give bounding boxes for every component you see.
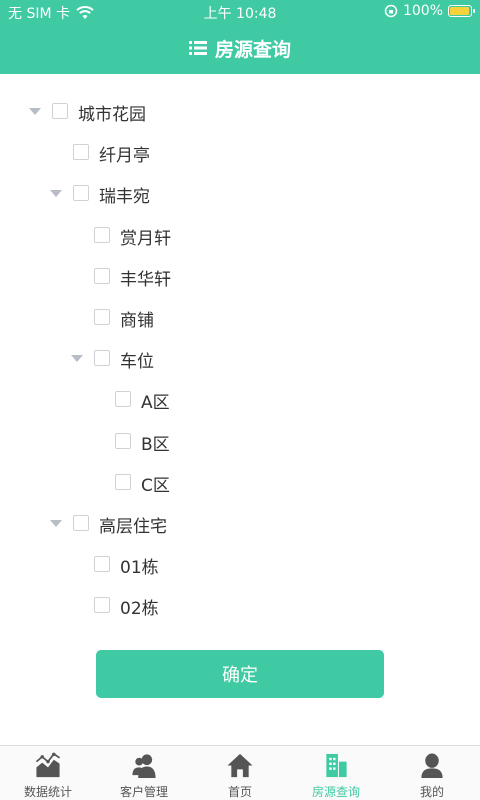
tree-node-label: 商铺: [120, 311, 154, 331]
tree-node-label: 赏月轩: [120, 228, 171, 249]
tab-label: 客户管理: [119, 785, 168, 799]
tree-node-label: 丰华轩: [120, 269, 171, 290]
tree-node[interactable]: 丰华轩: [0, 261, 480, 291]
tree-node-label: C区: [141, 475, 170, 496]
tree-node[interactable]: 01栋: [0, 549, 480, 579]
tree-checkbox[interactable]: [52, 103, 68, 119]
tree-node[interactable]: B区: [0, 426, 480, 456]
tab-label: 首页: [227, 785, 252, 799]
profile-icon: [421, 753, 443, 779]
tree-node-label: A区: [141, 393, 170, 414]
page-title: 房源查询: [214, 38, 291, 61]
tree-node[interactable]: 商铺: [0, 302, 480, 332]
tree-node[interactable]: 城市花园: [0, 96, 480, 126]
tree-checkbox[interactable]: [94, 556, 110, 573]
list-icon: [188, 41, 207, 55]
tree-node[interactable]: 瑞丰宛: [0, 178, 480, 208]
tree-checkbox[interactable]: [94, 226, 110, 243]
expand-arrow-icon[interactable]: [50, 520, 62, 527]
tab-property-search[interactable]: 房源查询: [288, 746, 384, 800]
tree-checkbox[interactable]: [73, 185, 89, 202]
tree-node-label: 02栋: [120, 599, 159, 620]
bottom-tab-bar: 数据统计 客户管理 首页 房源查询 我的: [0, 745, 480, 800]
status-right: 100%: [384, 3, 475, 19]
expand-arrow-icon[interactable]: [29, 108, 41, 115]
status-bar: 无 SIM 卡 上午 10:48 100%: [0, 0, 480, 24]
tree-checkbox[interactable]: [115, 473, 131, 490]
tree-node-label: 高层住宅: [99, 517, 167, 537]
tree-checkbox[interactable]: [94, 309, 110, 325]
tab-customer[interactable]: 客户管理: [96, 746, 192, 800]
tree-node-label: 车位: [120, 352, 154, 373]
tree-checkbox[interactable]: [73, 515, 89, 531]
tree-node[interactable]: A区: [0, 384, 480, 414]
tree-node-label: 城市花园: [78, 105, 146, 125]
battery-percent: 100%: [402, 3, 443, 19]
tree-node[interactable]: 02栋: [0, 590, 480, 620]
tree-checkbox[interactable]: [94, 267, 110, 284]
tree-checkbox[interactable]: [115, 391, 131, 408]
tab-profile[interactable]: 我的: [384, 746, 480, 800]
building-icon: [326, 753, 347, 778]
tab-home[interactable]: 首页: [192, 746, 288, 800]
confirm-button[interactable]: 确定: [96, 650, 384, 698]
orientation-lock-icon: [384, 4, 398, 18]
page-title-row: 房源查询: [0, 32, 480, 64]
expand-arrow-icon[interactable]: [50, 190, 62, 198]
home-icon: [227, 753, 253, 778]
tree-checkbox[interactable]: [94, 597, 110, 614]
tree-node-label: 01栋: [120, 558, 159, 579]
tab-label: 房源查询: [311, 785, 360, 799]
tree-checkbox[interactable]: [115, 432, 131, 449]
tree-node[interactable]: 纤月亭: [0, 137, 480, 167]
tab-label: 我的: [419, 785, 444, 799]
expand-arrow-icon[interactable]: [71, 355, 83, 363]
tab-label: 数据统计: [23, 785, 72, 799]
tree-checkbox[interactable]: [73, 144, 89, 161]
customer-icon: [132, 754, 156, 779]
chart-icon: [35, 752, 61, 778]
tree-checkbox[interactable]: [94, 350, 110, 367]
tree-node-label: B区: [141, 434, 170, 455]
tree-node[interactable]: 赏月轩: [0, 220, 480, 250]
tree-node[interactable]: 车位: [0, 343, 480, 373]
tree-node-label: 瑞丰宛: [99, 187, 150, 208]
tab-data-stats[interactable]: 数据统计: [0, 746, 96, 800]
tree-node-label: 纤月亭: [99, 146, 150, 167]
battery-icon: [448, 5, 475, 17]
tree-node[interactable]: C区: [0, 467, 480, 497]
tree-node[interactable]: 高层住宅: [0, 508, 480, 538]
header-bar: 无 SIM 卡 上午 10:48 100% 房源查询: [0, 0, 480, 74]
